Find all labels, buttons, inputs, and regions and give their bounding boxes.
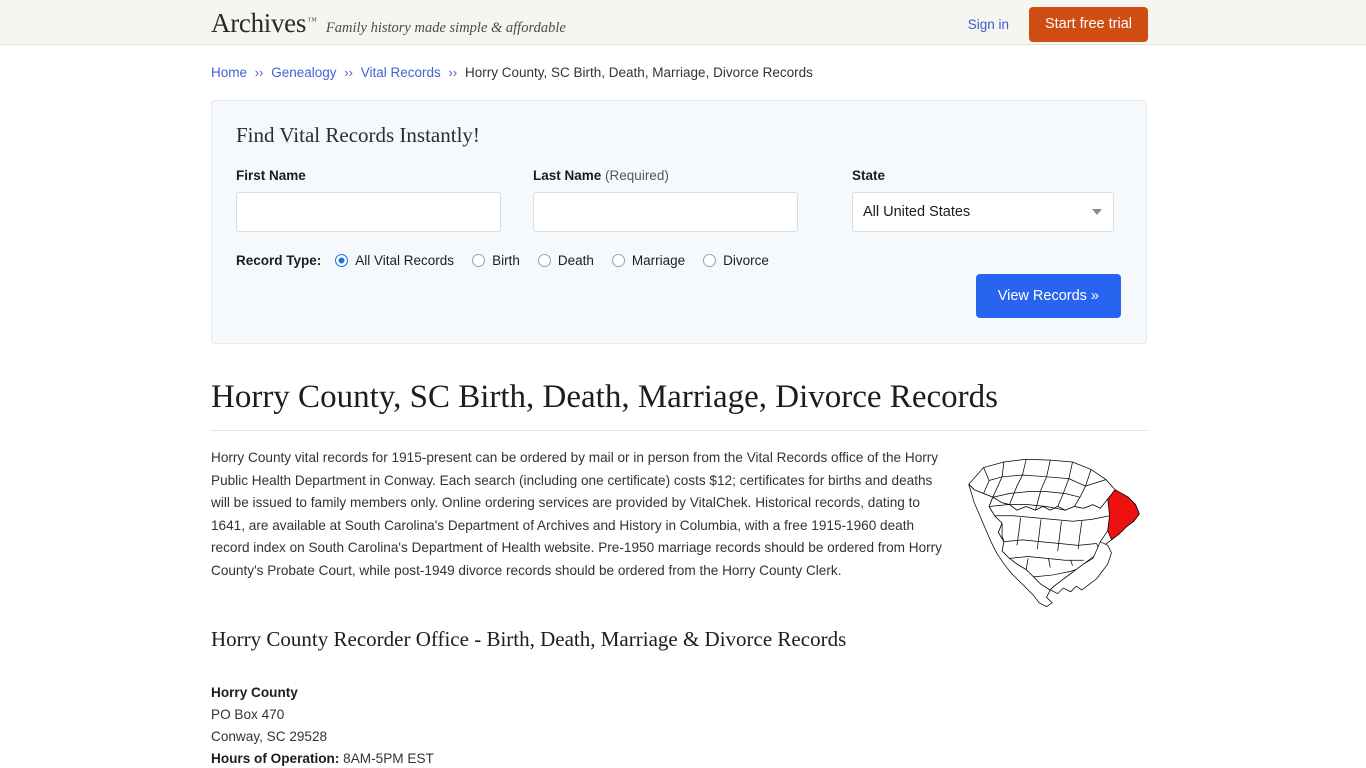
recorder-office-heading: Horry County Recorder Office - Birth, De… [211, 626, 847, 651]
brand-logo[interactable]: Archives ™ Family history made simple & … [211, 8, 566, 39]
search-panel-title: Find Vital Records Instantly! [236, 123, 480, 147]
last-name-label-text: Last Name [533, 168, 602, 183]
state-field-group: State All United States [852, 168, 1114, 232]
state-select-wrapper: All United States [852, 192, 1114, 232]
content-container: Home ›› Genealogy ›› Vital Records ›› Ho… [211, 64, 1147, 768]
view-records-button[interactable]: View Records » [975, 274, 1121, 318]
first-name-label: First Name [236, 168, 306, 183]
office-hours-row: Hours of Operation: 8AM-5PM EST [211, 748, 1147, 768]
office-address-line-2: Conway, SC 29528 [211, 728, 328, 744]
start-free-trial-button[interactable]: Start free trial [1028, 7, 1148, 42]
breadcrumb-separator: ›› [448, 65, 458, 80]
radio-label-birth: Birth [492, 253, 520, 268]
breadcrumb-item-vital-records[interactable]: Vital Records [361, 65, 441, 80]
radio-divorce[interactable]: Divorce [703, 253, 769, 268]
breadcrumb: Home ›› Genealogy ›› Vital Records ›› Ho… [211, 64, 1147, 82]
brand-name: Archives [211, 8, 307, 38]
page-title: Horry County, SC Birth, Death, Marriage,… [211, 379, 998, 415]
horry-county-highlight [1107, 489, 1140, 541]
sign-in-link[interactable]: Sign in [968, 17, 1009, 32]
office-hours-value: 8AM-5PM EST [343, 750, 434, 766]
radio-marriage[interactable]: Marriage [611, 253, 686, 268]
first-name-input[interactable] [236, 192, 501, 232]
radio-label-divorce: Divorce [723, 253, 769, 268]
radio-birth[interactable]: Birth [472, 253, 520, 268]
trademark-icon: ™ [307, 16, 317, 27]
breadcrumb-item-genealogy[interactable]: Genealogy [271, 65, 336, 80]
office-address-line-1: PO Box 470 [211, 706, 285, 722]
radio-icon-death[interactable] [537, 254, 551, 267]
radio-label-death: Death [557, 253, 594, 268]
office-address-block: Horry County PO Box 470 Conway, SC 29528… [211, 682, 1147, 768]
site-header: Archives ™ Family history made simple & … [0, 0, 1366, 45]
radio-death[interactable]: Death [537, 253, 594, 268]
radio-label-all-vital-records: All Vital Records [355, 253, 455, 268]
search-fields-row: First Name Last Name (Required) State Al… [236, 168, 1121, 232]
state-label: State [852, 168, 886, 183]
south-carolina-county-map-image [968, 458, 1140, 608]
radio-label-marriage: Marriage [631, 253, 686, 268]
state-select[interactable]: All United States [852, 192, 1114, 232]
record-type-label: Record Type: [236, 253, 322, 268]
last-name-label: Last Name (Required) [533, 168, 798, 183]
breadcrumb-separator: ›› [344, 65, 353, 80]
radio-icon-marriage[interactable] [611, 254, 625, 267]
breadcrumb-item-current: Horry County, SC Birth, Death, Marriage,… [464, 65, 813, 80]
radio-icon-all-vital-records[interactable] [335, 254, 349, 267]
radio-icon-birth[interactable] [472, 254, 486, 267]
vital-records-search-panel: Find Vital Records Instantly! First Name… [211, 100, 1147, 344]
brand-tagline: Family history made simple & affordable [325, 20, 566, 36]
radio-all-vital-records[interactable]: All Vital Records [335, 253, 454, 268]
first-name-field-group: First Name [236, 168, 501, 232]
last-name-field-group: Last Name (Required) [533, 168, 798, 232]
last-name-input[interactable] [533, 192, 798, 232]
last-name-required-text: (Required) [605, 168, 669, 183]
office-hours-label: Hours of Operation: [211, 750, 340, 766]
intro-block: Horry County vital records for 1915-pres… [211, 447, 1147, 608]
radio-icon-divorce[interactable] [703, 254, 717, 267]
breadcrumb-item-home[interactable]: Home [211, 65, 247, 80]
submit-row: View Records » [975, 274, 1121, 318]
title-divider [211, 430, 1147, 431]
record-type-row: Record Type: All Vital Records Birth Dea… [236, 253, 1121, 268]
page-body: Home ›› Genealogy ›› Vital Records ›› Ho… [0, 64, 1366, 768]
header-actions: Sign in Start free trial [968, 7, 1148, 42]
office-name: Horry County [211, 684, 298, 700]
breadcrumb-separator: ›› [254, 65, 264, 80]
